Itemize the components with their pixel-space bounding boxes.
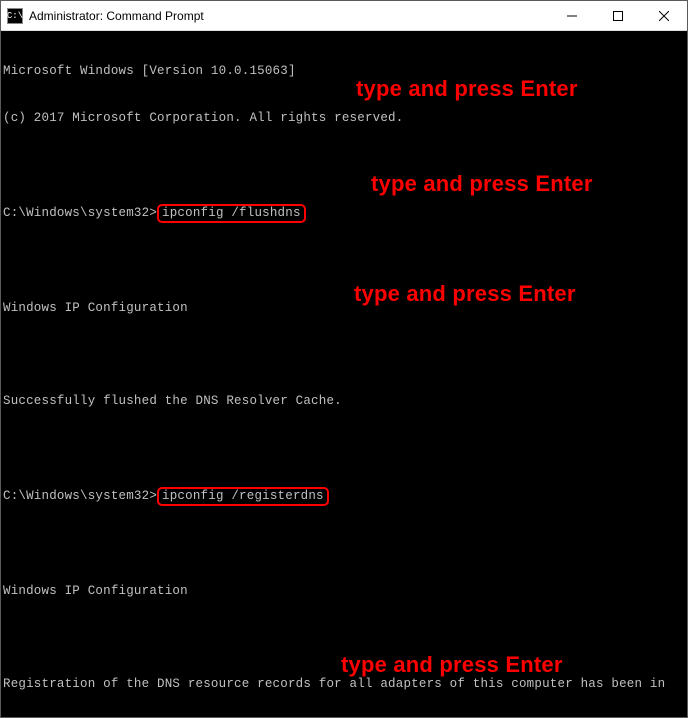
annotation-3: type and press Enter	[354, 286, 576, 302]
prompt-text: C:\Windows\system32>	[3, 489, 157, 503]
flush-result: Successfully flushed the DNS Resolver Ca…	[3, 394, 685, 410]
command-registerdns: ipconfig /registerdns	[157, 487, 329, 507]
ip-config-header: Windows IP Configuration	[3, 301, 685, 317]
annotation-4: type and press Enter	[341, 657, 563, 673]
prompt-line-1: C:\Windows\system32>ipconfig /flushdns	[3, 204, 685, 224]
command-flushdns: ipconfig /flushdns	[157, 204, 306, 224]
titlebar[interactable]: C:\ Administrator: Command Prompt	[1, 1, 687, 31]
window-title: Administrator: Command Prompt	[29, 9, 549, 23]
terminal-area[interactable]: Microsoft Windows [Version 10.0.15063] (…	[1, 31, 687, 717]
maximize-button[interactable]	[595, 1, 641, 30]
minimize-button[interactable]	[549, 1, 595, 30]
window-controls	[549, 1, 687, 30]
ip-config-header: Windows IP Configuration	[3, 584, 685, 600]
prompt-line-2: C:\Windows\system32>ipconfig /registerdn…	[3, 487, 685, 507]
command-prompt-window: C:\ Administrator: Command Prompt Micros…	[0, 0, 688, 718]
copyright-line: (c) 2017 Microsoft Corporation. All righ…	[3, 111, 685, 127]
annotation-1: type and press Enter	[356, 81, 578, 97]
version-line: Microsoft Windows [Version 10.0.15063]	[3, 64, 685, 80]
prompt-text: C:\Windows\system32>	[3, 206, 157, 220]
annotation-2: type and press Enter	[371, 176, 593, 192]
register-result-1: Registration of the DNS resource records…	[3, 677, 685, 693]
close-button[interactable]	[641, 1, 687, 30]
app-icon: C:\	[7, 8, 23, 24]
